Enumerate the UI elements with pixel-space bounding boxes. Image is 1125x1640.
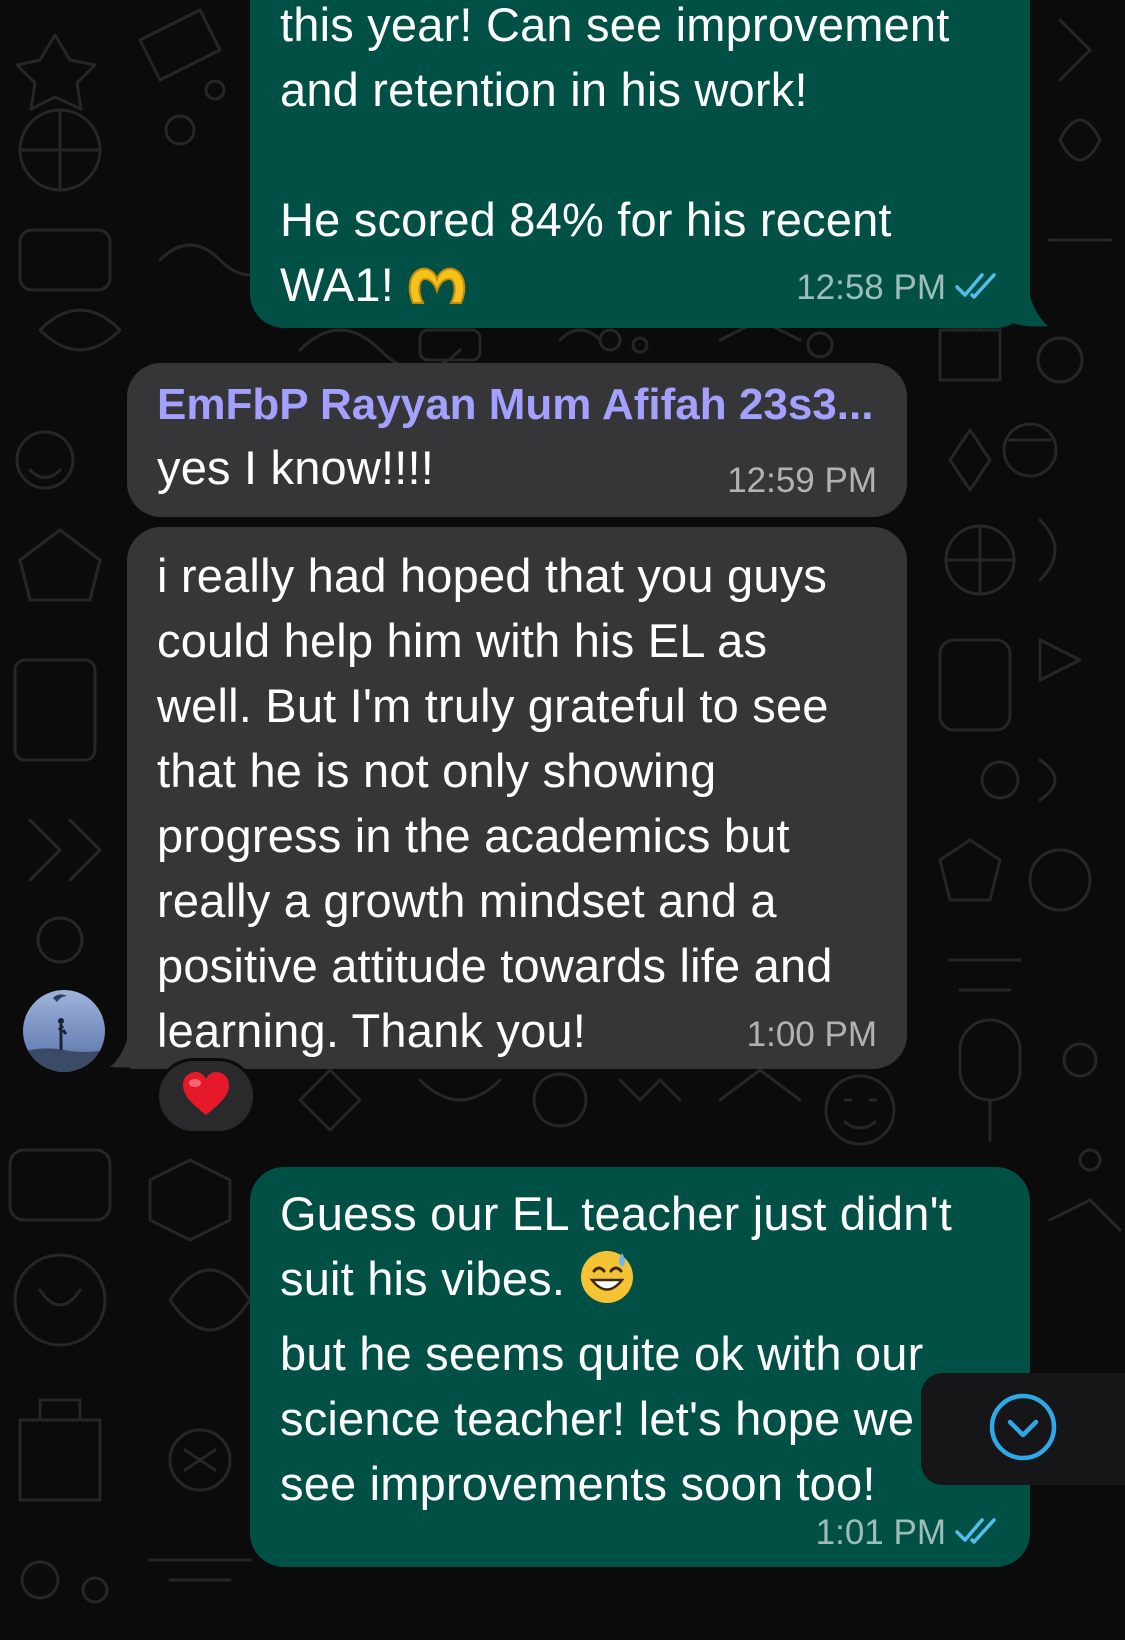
- message-text-wrapper: Guess our EL teacher just didn't suit hi…: [280, 1181, 1000, 1516]
- outgoing-message-bubble[interactable]: this year! Can see improvement and reten…: [250, 0, 1030, 328]
- message-reaction[interactable]: [156, 1058, 256, 1134]
- heart-hands-emoji: [407, 258, 467, 323]
- outgoing-message-bubble[interactable]: Guess our EL teacher just didn't suit hi…: [250, 1167, 1030, 1567]
- message-time: 1:00 PM: [746, 1015, 877, 1054]
- grinning-sweat-emoji: [578, 1247, 636, 1321]
- message-text: this year! Can see improvement and reten…: [280, 0, 950, 311]
- scroll-to-bottom-button[interactable]: [921, 1373, 1125, 1485]
- sender-avatar[interactable]: [23, 990, 105, 1072]
- chevron-down-circle-icon: [988, 1392, 1058, 1467]
- heart-reaction-icon: [181, 1071, 231, 1122]
- bubble-tail: [110, 1037, 148, 1068]
- read-receipt-icon: [954, 270, 1000, 310]
- message-text: i really had hoped that you guys could h…: [157, 549, 833, 1057]
- message-time: 12:58 PM: [796, 268, 946, 308]
- message-text: but he seems quite ok with our science t…: [280, 1327, 924, 1510]
- message-timestamp-row: 12:59 PM: [727, 461, 877, 501]
- bubble-tail: [1010, 296, 1048, 327]
- message-time: 1:01 PM: [815, 1513, 946, 1553]
- message-timestamp-row: 1:00 PM: [747, 1015, 877, 1055]
- incoming-message-bubble[interactable]: EmFbP Rayyan Mum Afifah 23s3... yes I kn…: [127, 363, 907, 517]
- message-timestamp-row: 12:58 PM: [796, 268, 1000, 310]
- message-timestamp-row: 1:01 PM: [816, 1513, 1000, 1555]
- message-time: 12:59 PM: [727, 461, 877, 500]
- sender-name[interactable]: EmFbP Rayyan Mum Afifah 23s3...: [157, 375, 877, 435]
- read-receipt-icon: [954, 1515, 1000, 1555]
- incoming-message-bubble[interactable]: i really had hoped that you guys could h…: [127, 527, 907, 1069]
